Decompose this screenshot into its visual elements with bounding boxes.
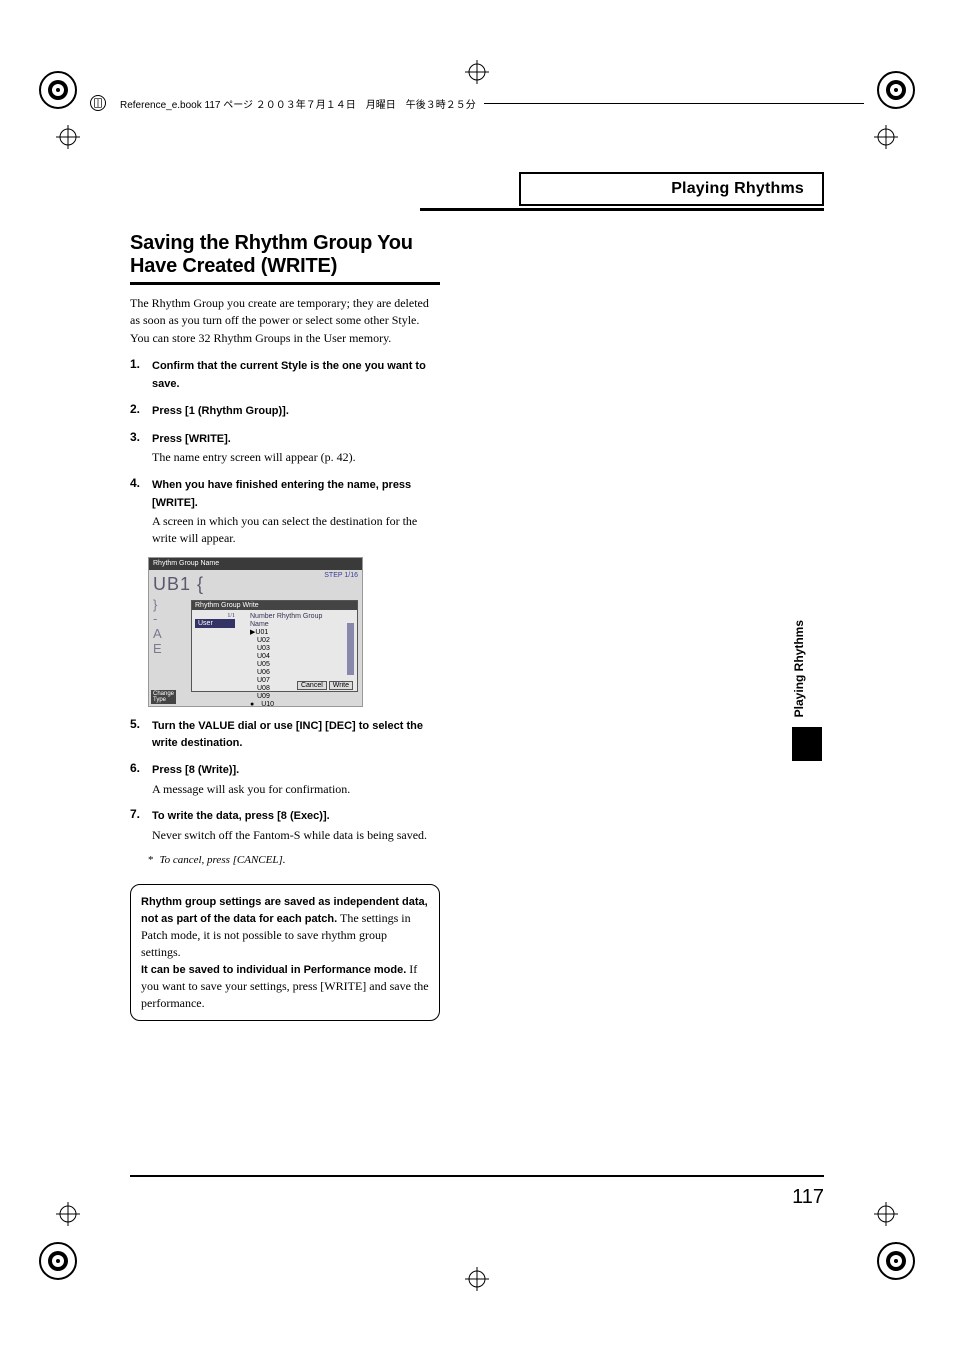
side-tab: Playing Rhythms — [792, 620, 822, 761]
dialog-title: Rhythm Group Write — [192, 601, 357, 610]
crop-mark-br — [874, 1239, 918, 1283]
side-tab-block — [792, 727, 822, 761]
write-button: Write — [329, 681, 353, 690]
step-number: 6. — [130, 761, 148, 775]
step-item: 5. Turn the VALUE dial or use [INC] [DEC… — [130, 717, 440, 752]
step-body-text: A screen in which you can select the des… — [152, 513, 440, 547]
info-bold-2: It can be saved to individual in Perform… — [141, 964, 406, 976]
step-item: 1. Confirm that the current Style is the… — [130, 357, 440, 392]
step-bold: Confirm that the current Style is the on… — [152, 360, 426, 389]
footer-rule — [130, 1175, 824, 1177]
step-number: 3. — [130, 430, 148, 444]
step-bold: Press [8 (Write)]. — [152, 764, 239, 776]
steps-list-cont: 5. Turn the VALUE dial or use [INC] [DEC… — [130, 717, 440, 844]
list-item: U05 — [250, 661, 341, 669]
registration-mark — [874, 125, 898, 149]
step-item: 3. Press [WRITE]. The name entry screen w… — [130, 430, 440, 466]
running-head-box: Playing Rhythms — [519, 172, 824, 206]
list-item: U04 — [250, 653, 341, 661]
device-screenshot: Rhythm Group Name STEP 1/16 UB1 { } - A … — [148, 557, 363, 707]
step-bold: Press [WRITE]. — [152, 433, 231, 445]
page-number: 117 — [792, 1186, 824, 1209]
registration-mark — [56, 1202, 80, 1226]
step-bold: Press [1 (Rhythm Group)]. — [152, 405, 289, 417]
step-number: 5. — [130, 717, 148, 731]
step-body-text: A message will ask you for confirmation. — [152, 781, 440, 798]
section-title: Saving the Rhythm Group You Have Created… — [130, 232, 440, 285]
step-number: 4. — [130, 476, 148, 490]
list-item: ● U10 — [250, 701, 341, 709]
book-icon — [90, 95, 106, 111]
user-tab: User — [195, 619, 235, 628]
registration-mark — [465, 1267, 489, 1291]
step-item: 6. Press [8 (Write)]. A message will ask … — [130, 761, 440, 797]
asterisk: * — [148, 854, 154, 866]
screenshot-step-indicator: STEP 1/16 — [324, 572, 358, 579]
scrollbar — [347, 623, 354, 675]
info-box: Rhythm group settings are saved as indep… — [130, 884, 440, 1021]
step-number: 2. — [130, 402, 148, 416]
side-tab-text: Playing Rhythms — [792, 620, 806, 717]
step-body-text: The name entry screen will appear (p. 42… — [152, 449, 440, 466]
list-item: U06 — [250, 669, 341, 677]
screenshot-big-name: UB1 { — [153, 574, 204, 595]
cancel-note-text: To cancel, press [CANCEL]. — [160, 854, 286, 866]
crop-mark-tr — [874, 68, 918, 112]
running-head-rule — [420, 208, 824, 211]
step-number: 7. — [130, 807, 148, 821]
intro-paragraph: The Rhythm Group you create are temporar… — [130, 295, 440, 347]
step-number: 1. — [130, 357, 148, 371]
change-type-button: Change Type — [151, 690, 176, 704]
step-body-text: Never switch off the Fantom-S while data… — [152, 827, 440, 844]
list-header: Number Rhythm Group Name — [250, 613, 341, 629]
registration-mark — [874, 1202, 898, 1226]
book-header-text: Reference_e.book 117 ページ ２００３年７月１４日 月曜日 … — [120, 96, 476, 111]
step-bold: When you have finished entering the name… — [152, 479, 411, 508]
cancel-button: Cancel — [297, 681, 327, 690]
list-item: ▶U01 — [250, 629, 341, 637]
screenshot-titlebar: Rhythm Group Name — [149, 558, 362, 570]
registration-mark — [56, 125, 80, 149]
list-item: U09 — [250, 693, 341, 701]
steps-list: 1. Confirm that the current Style is the… — [130, 357, 440, 546]
step-bold: Turn the VALUE dial or use [INC] [DEC] t… — [152, 720, 423, 749]
registration-mark — [465, 60, 489, 84]
book-header: Reference_e.book 117 ページ ２００３年７月１４日 月曜日 … — [90, 95, 864, 111]
list-item: U03 — [250, 645, 341, 653]
step-item: 2. Press [1 (Rhythm Group)]. — [130, 402, 440, 420]
step-item: 7. To write the data, press [8 (Exec)]. N… — [130, 807, 440, 843]
running-head: Playing Rhythms — [521, 174, 814, 204]
screenshot-letters: } - A E — [153, 598, 162, 658]
cancel-note: * To cancel, press [CANCEL]. — [148, 854, 440, 866]
step-bold: To write the data, press [8 (Exec)]. — [152, 810, 330, 822]
screenshot-dialog: Rhythm Group Write 1/1 User Number Rhyth… — [191, 600, 358, 692]
step-item: 4. When you have finished entering the n… — [130, 476, 440, 546]
crop-mark-tl — [36, 68, 80, 112]
number-list: Number Rhythm Group Name ▶U01 U02 U03 U0… — [250, 613, 341, 710]
crop-mark-bl — [36, 1239, 80, 1283]
list-item: U02 — [250, 637, 341, 645]
